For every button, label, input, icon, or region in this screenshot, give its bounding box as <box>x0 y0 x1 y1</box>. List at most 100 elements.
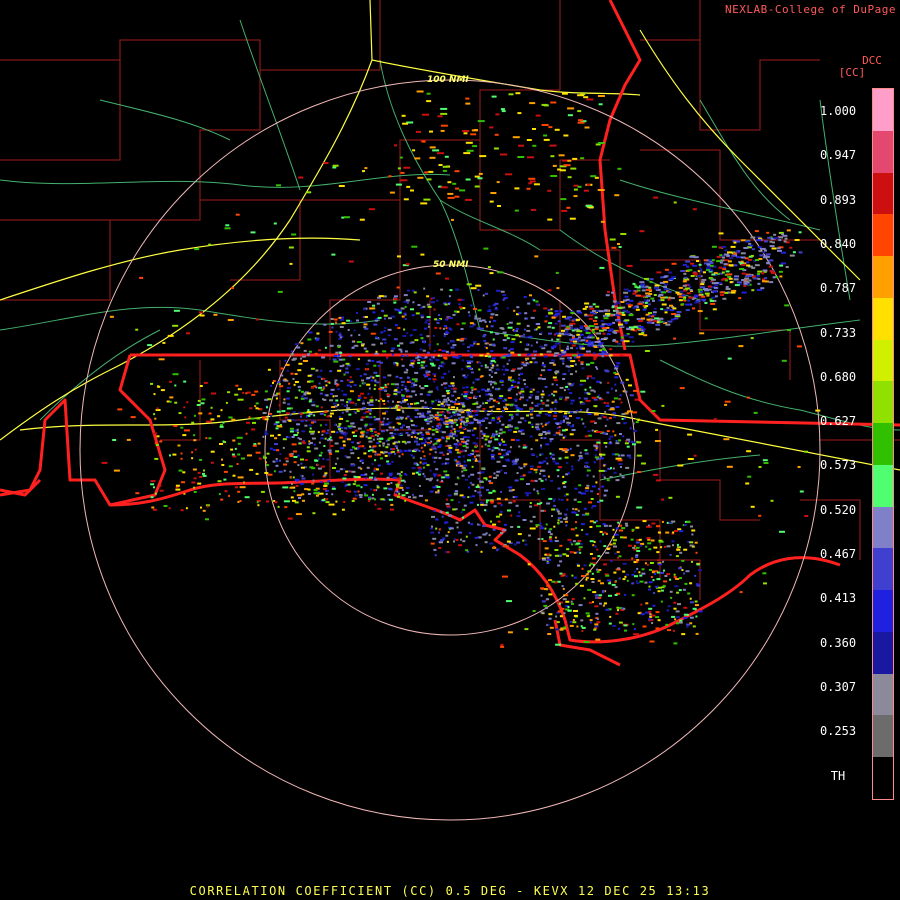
radar-pixel <box>547 531 551 533</box>
radar-pixel <box>756 239 762 242</box>
radar-pixel <box>694 301 700 304</box>
radar-pixel <box>620 381 625 384</box>
radar-pixel <box>390 432 394 435</box>
radar-pixel <box>473 388 477 391</box>
radar-pixel <box>616 362 621 365</box>
radar-pixel <box>243 481 245 484</box>
radar-pixel <box>545 413 548 416</box>
radar-pixel <box>690 262 694 265</box>
radar-pixel <box>523 383 526 386</box>
radar-pixel <box>370 396 373 399</box>
radar-pixel <box>746 261 750 264</box>
radar-pixel <box>388 454 391 457</box>
radar-pixel <box>353 490 357 493</box>
radar-pixel <box>677 546 681 549</box>
radar-pixel <box>481 418 484 421</box>
radar-pixel <box>745 482 750 485</box>
radar-pixel <box>433 334 435 337</box>
radar-pixel <box>245 392 248 395</box>
radar-pixel <box>334 379 338 382</box>
radar-pixel <box>622 390 625 393</box>
radar-pixel <box>608 437 611 440</box>
radar-pixel <box>498 443 501 446</box>
radar-pixel <box>325 493 328 495</box>
radar-pixel <box>317 375 322 378</box>
radar-pixel <box>432 473 437 476</box>
radar-pixel <box>644 301 648 304</box>
radar-pixel <box>399 449 402 452</box>
radar-pixel <box>619 398 622 401</box>
radar-pixel <box>478 361 482 364</box>
radar-pixel <box>576 625 579 628</box>
radar-pixel <box>655 323 661 326</box>
radar-pixel <box>578 119 583 122</box>
radar-pixel <box>492 433 497 436</box>
radar-pixel <box>445 435 449 438</box>
radar-pixel <box>562 475 565 478</box>
radar-pixel <box>153 393 156 396</box>
radar-pixel <box>451 384 455 387</box>
radar-pixel <box>525 358 528 361</box>
radar-pixel <box>455 490 459 493</box>
radar-pixel <box>580 379 586 382</box>
radar-pixel <box>563 164 571 167</box>
radar-pixel <box>620 401 623 404</box>
radar-pixel <box>566 548 570 551</box>
radar-pixel <box>611 246 617 249</box>
radar-pixel <box>501 384 504 387</box>
radar-pixel <box>613 397 618 400</box>
radar-pixel <box>436 479 439 482</box>
radar-pixel <box>433 460 436 463</box>
radar-pixel <box>623 288 629 291</box>
radar-pixel <box>637 612 641 615</box>
radar-pixel <box>228 465 233 468</box>
radar-pixel <box>533 361 538 364</box>
radar-pixel <box>587 430 591 433</box>
radar-pixel <box>648 548 652 551</box>
radar-pixel <box>369 476 373 479</box>
radar-pixel <box>409 433 413 436</box>
radar-pixel <box>683 613 688 616</box>
radar-pixel <box>429 469 432 472</box>
radar-pixel <box>225 401 228 404</box>
radar-pixel <box>624 422 627 424</box>
radar-pixel <box>403 198 409 201</box>
radar-pixel <box>639 281 645 284</box>
radar-pixel <box>492 528 496 531</box>
radar-pixel <box>651 315 655 318</box>
radar-pixel <box>530 479 535 482</box>
radar-pixel <box>491 419 496 422</box>
radar-pixel <box>424 321 428 324</box>
radar-pixel <box>436 411 439 414</box>
radar-pixel <box>360 474 365 476</box>
radar-pixel <box>662 585 666 588</box>
radar-pixel <box>335 351 339 354</box>
radar-pixel <box>622 570 626 573</box>
radar-pixel <box>371 359 375 362</box>
radar-pixel <box>633 544 636 547</box>
radar-pixel <box>254 390 259 393</box>
radar-pixel <box>724 291 729 294</box>
radar-pixel <box>231 287 234 289</box>
radar-pixel <box>641 462 646 465</box>
radar-pixel <box>445 440 448 443</box>
radar-pixel <box>462 307 466 310</box>
radar-pixel <box>474 455 476 458</box>
radar-pixel <box>348 413 352 416</box>
radar-pixel <box>426 415 429 418</box>
radar-pixel <box>406 415 410 418</box>
radar-pixel <box>336 470 340 473</box>
radar-pixel <box>555 271 559 274</box>
radar-pixel <box>434 399 437 402</box>
radar-pixel <box>397 167 401 170</box>
radar-pixel <box>340 431 345 434</box>
radar-pixel <box>632 411 638 414</box>
radar-pixel <box>422 305 426 308</box>
radar-pixel <box>678 621 683 624</box>
radar-pixel <box>496 416 498 419</box>
radar-pixel <box>431 402 434 405</box>
radar-pixel <box>404 388 407 390</box>
radar-pixel <box>484 355 488 357</box>
radar-pixel <box>470 473 475 476</box>
radar-pixel <box>671 313 677 315</box>
